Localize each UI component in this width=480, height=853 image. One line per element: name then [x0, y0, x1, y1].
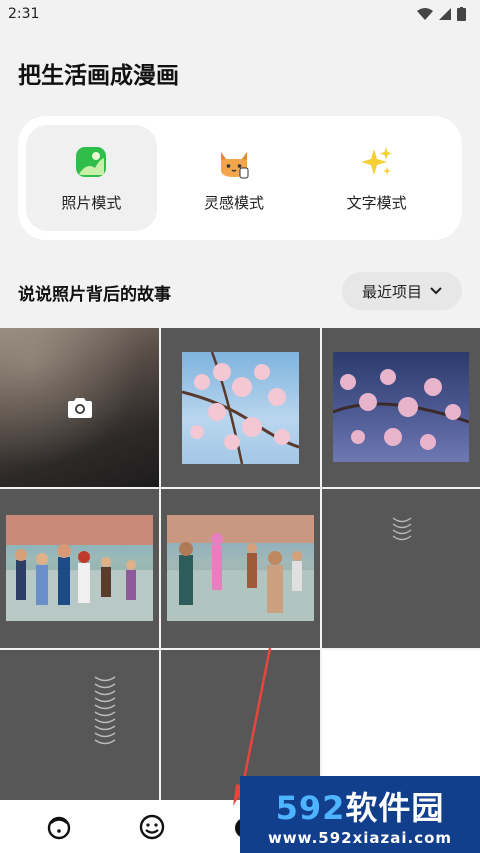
site-watermark: 592软件园 www.592xiazai.com [240, 776, 480, 853]
sparkle-text-icon [359, 144, 395, 180]
photo-mode-icon [73, 144, 109, 180]
status-bar: 2:31 [0, 0, 480, 28]
photo-thumbnail[interactable] [0, 489, 159, 648]
photo-thumbnail[interactable] [322, 328, 480, 487]
loading-placeholder-icon [392, 517, 412, 541]
watermark-digits: 592 [275, 788, 346, 827]
nav-home-button[interactable] [12, 800, 105, 853]
recent-items-dropdown[interactable]: 最近项目 [342, 272, 462, 310]
mode-inspiration-button[interactable]: 灵感模式 [169, 125, 300, 231]
signal-icon [439, 8, 451, 20]
mode-inspiration-label: 灵感模式 [204, 193, 265, 212]
photo-thumbnail[interactable] [161, 489, 320, 648]
status-time: 2:31 [8, 6, 40, 22]
photo-grid [0, 328, 480, 800]
photo-thumbnail[interactable] [322, 489, 480, 648]
cat-inspiration-icon [216, 144, 252, 180]
mode-text-button[interactable]: 文字模式 [311, 125, 442, 231]
mode-selector: 照片模式 灵感模式 文字模式 [18, 116, 462, 240]
loading-placeholder-icon [94, 676, 116, 745]
mode-text-label: 文字模式 [346, 193, 407, 212]
status-icons [417, 7, 466, 21]
watermark-brand: 592软件园 [276, 783, 445, 829]
mode-photo-label: 照片模式 [61, 193, 122, 212]
face-outline-icon [47, 816, 70, 839]
photo-thumbnail[interactable] [161, 328, 320, 487]
game-screenshot [6, 515, 153, 621]
smile-face-icon [139, 814, 164, 839]
nav-discover-button[interactable] [105, 800, 198, 853]
chevron-down-icon [430, 287, 442, 295]
dropdown-label: 最近项目 [361, 282, 422, 301]
photo-thumbnail[interactable] [0, 650, 159, 800]
cherry-blossom-photo [333, 352, 469, 462]
mode-photo-button[interactable]: 照片模式 [26, 125, 157, 231]
section-title: 说说照片背后的故事 [18, 285, 171, 305]
page-title: 把生活画成漫画 [18, 63, 179, 89]
battery-icon [457, 7, 466, 21]
cherry-blossom-photo [182, 352, 299, 464]
watermark-brand-text: 软件园 [345, 788, 445, 827]
wifi-icon [417, 8, 433, 20]
game-screenshot [167, 515, 314, 621]
camera-capture-tile[interactable] [0, 328, 159, 487]
watermark-url: www.592xiazai.com [267, 828, 453, 847]
camera-icon [67, 397, 92, 418]
